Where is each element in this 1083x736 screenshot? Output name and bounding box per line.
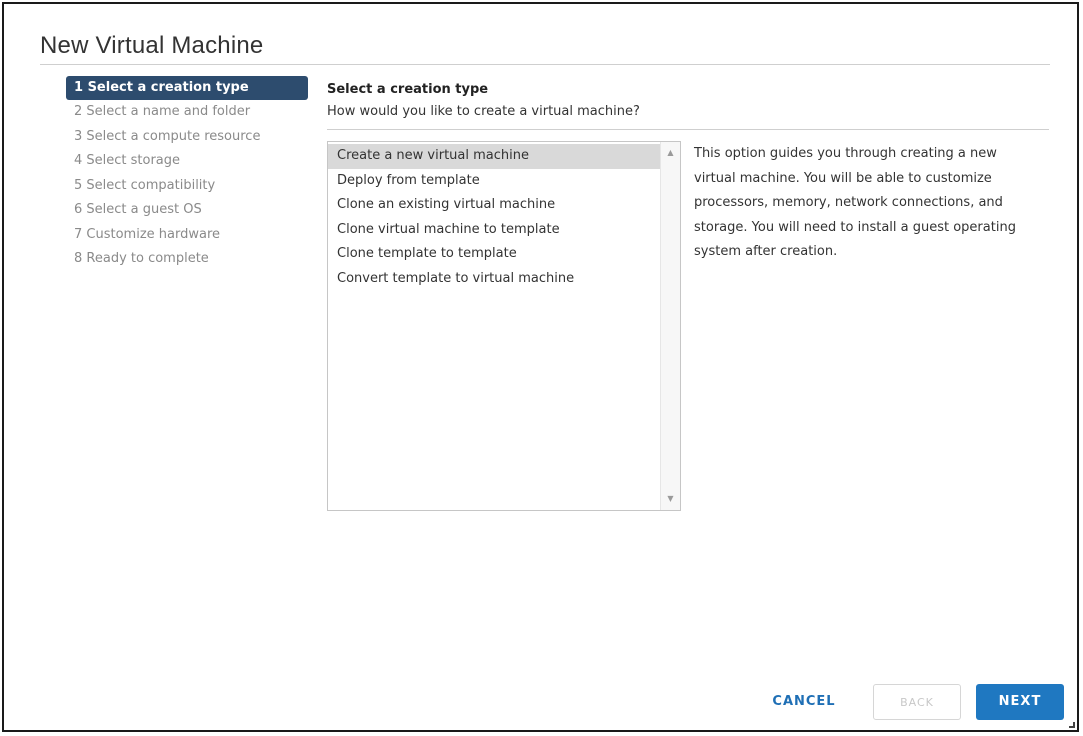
option-convert-template-to-vm[interactable]: Convert template to virtual machine: [328, 267, 660, 292]
next-button[interactable]: NEXT: [976, 684, 1064, 720]
scroll-up-arrow-icon[interactable]: ▲: [661, 146, 680, 160]
option-deploy-from-template[interactable]: Deploy from template: [328, 169, 660, 194]
wizard-steps: 1 Select a creation type 2 Select a name…: [66, 76, 308, 272]
cancel-button[interactable]: CANCEL: [756, 684, 852, 720]
step-7-customize-hardware: 7 Customize hardware: [74, 226, 221, 242]
option-clone-existing-vm[interactable]: Clone an existing virtual machine: [328, 193, 660, 218]
creation-type-options: Create a new virtual machine Deploy from…: [328, 144, 660, 291]
section-heading: Select a creation type: [327, 82, 489, 97]
option-create-new-vm[interactable]: Create a new virtual machine: [328, 144, 660, 169]
resize-grip-icon[interactable]: [1069, 722, 1075, 728]
step-6-select-guest-os: 6 Select a guest OS: [74, 202, 202, 217]
back-button: BACK: [873, 684, 961, 720]
option-clone-vm-to-template[interactable]: Clone virtual machine to template: [328, 218, 660, 243]
section-divider: [327, 129, 1049, 130]
scroll-down-arrow-icon[interactable]: ▼: [661, 492, 680, 506]
step-8-ready-to-complete: 8 Ready to complete: [74, 251, 209, 266]
step-1-select-creation-type[interactable]: 1 Select a creation type: [66, 76, 308, 100]
option-description: This option guides you through creating …: [694, 146, 1016, 259]
option-clone-template-to-template[interactable]: Clone template to template: [328, 242, 660, 267]
dialog-title: New Virtual Machine: [40, 32, 264, 59]
creation-type-listbox[interactable]: Create a new virtual machine Deploy from…: [327, 141, 681, 511]
step-5-select-compatibility: 5 Select compatibility: [74, 177, 216, 193]
step-2-select-name-folder: 2 Select a name and folder: [74, 104, 251, 119]
new-vm-dialog: New Virtual Machine 1 Select a creation …: [2, 2, 1079, 732]
step-3-select-compute-resource: 3 Select a compute resource: [74, 128, 261, 144]
step-4-select-storage: 4 Select storage: [74, 153, 181, 168]
listbox-scrollbar[interactable]: ▲ ▼: [660, 142, 680, 510]
section-question: How would you like to create a virtual m…: [327, 104, 640, 119]
title-divider: [40, 64, 1050, 65]
main-panel: Select a creation type How would you lik…: [327, 82, 1049, 119]
